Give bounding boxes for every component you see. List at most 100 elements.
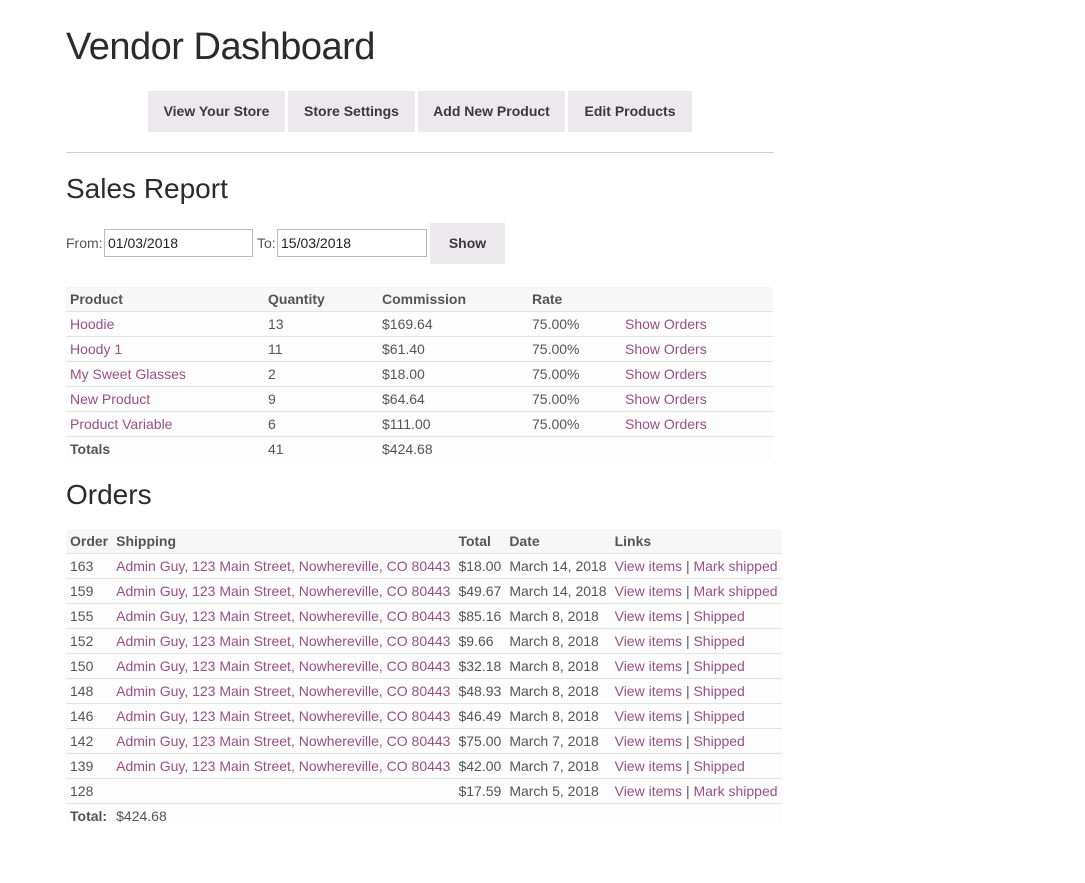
sales-table: Product Quantity Commission Rate Hoodie … bbox=[66, 287, 773, 461]
product-link[interactable]: Hoody 1 bbox=[70, 341, 122, 357]
table-row: My Sweet Glasses 2 $18.00 75.00% Show Or… bbox=[66, 361, 773, 387]
table-row: 148 Admin Guy, 123 Main Street, Nowherev… bbox=[66, 678, 782, 704]
column-header: Links bbox=[610, 529, 782, 554]
order-total: $49.67 bbox=[454, 578, 506, 604]
to-date-input[interactable] bbox=[277, 229, 427, 257]
shipping-address-link[interactable]: Admin Guy, 123 Main Street, Nowhereville… bbox=[116, 658, 450, 674]
table-row: 150 Admin Guy, 123 Main Street, Nowherev… bbox=[66, 653, 782, 679]
order-date: March 7, 2018 bbox=[505, 753, 611, 779]
shipping-status-link[interactable]: Shipped bbox=[693, 708, 744, 724]
show-orders-link[interactable]: Show Orders bbox=[625, 416, 707, 432]
shipping-address-link[interactable]: Admin Guy, 123 Main Street, Nowhereville… bbox=[116, 708, 450, 724]
totals-quantity: 41 bbox=[264, 436, 378, 461]
order-number: 155 bbox=[66, 603, 113, 629]
link-separator: | bbox=[685, 633, 690, 649]
shipping-status-link[interactable]: Shipped bbox=[693, 658, 744, 674]
link-separator: | bbox=[685, 783, 690, 799]
order-number: 150 bbox=[66, 653, 113, 679]
show-orders-link[interactable]: Show Orders bbox=[625, 366, 707, 382]
link-separator: | bbox=[685, 733, 690, 749]
view-items-link[interactable]: View items bbox=[615, 558, 682, 574]
order-date: March 5, 2018 bbox=[505, 778, 611, 804]
shipping-status-link[interactable]: Mark shipped bbox=[693, 583, 777, 599]
shipping-status-link[interactable]: Shipped bbox=[693, 633, 744, 649]
view-items-link[interactable]: View items bbox=[615, 683, 682, 699]
view-items-link[interactable]: View items bbox=[615, 733, 682, 749]
view-items-link[interactable]: View items bbox=[615, 658, 682, 674]
table-row: Hoody 1 11 $61.40 75.00% Show Orders bbox=[66, 336, 773, 362]
product-link[interactable]: My Sweet Glasses bbox=[70, 366, 186, 382]
shipping-address-link[interactable]: Admin Guy, 123 Main Street, Nowhereville… bbox=[116, 558, 450, 574]
orders-table: Order Shipping Total Date Links 163 Admi… bbox=[66, 529, 782, 828]
order-number: 139 bbox=[66, 753, 113, 779]
order-total: $46.49 bbox=[454, 703, 506, 729]
store-settings-button[interactable]: Store Settings bbox=[288, 91, 415, 132]
shipping-status-link[interactable]: Shipped bbox=[693, 758, 744, 774]
to-label: To: bbox=[257, 235, 276, 251]
totals-row: Totals 41 $424.68 bbox=[66, 436, 773, 461]
order-number: 146 bbox=[66, 703, 113, 729]
add-new-product-button[interactable]: Add New Product bbox=[418, 91, 565, 132]
shipping-address-link[interactable]: Admin Guy, 123 Main Street, Nowhereville… bbox=[116, 583, 450, 599]
shipping-address-link[interactable]: Admin Guy, 123 Main Street, Nowhereville… bbox=[116, 608, 450, 624]
table-row: 163 Admin Guy, 123 Main Street, Nowherev… bbox=[66, 553, 782, 579]
show-button[interactable]: Show bbox=[430, 223, 505, 264]
sales-report-heading: Sales Report bbox=[66, 173, 228, 204]
order-date: March 8, 2018 bbox=[505, 628, 611, 654]
column-header: Order bbox=[66, 529, 113, 554]
table-row: 142 Admin Guy, 123 Main Street, Nowherev… bbox=[66, 728, 782, 754]
table-row: Hoodie 13 $169.64 75.00% Show Orders bbox=[66, 311, 773, 337]
view-store-button[interactable]: View Your Store bbox=[148, 91, 285, 132]
shipping-status-link[interactable]: Shipped bbox=[693, 733, 744, 749]
table-header-row: Order Shipping Total Date Links bbox=[66, 529, 782, 554]
order-number: 148 bbox=[66, 678, 113, 704]
product-link[interactable]: Hoodie bbox=[70, 316, 114, 332]
shipping-address-link[interactable]: Admin Guy, 123 Main Street, Nowhereville… bbox=[116, 733, 450, 749]
edit-products-button[interactable]: Edit Products bbox=[568, 91, 692, 132]
table-row: 159 Admin Guy, 123 Main Street, Nowherev… bbox=[66, 578, 782, 604]
column-header: Total bbox=[454, 529, 506, 554]
order-total: $32.18 bbox=[454, 653, 506, 679]
column-header: Quantity bbox=[264, 287, 378, 312]
view-items-link[interactable]: View items bbox=[615, 708, 682, 724]
shipping-status-link[interactable]: Shipped bbox=[693, 683, 744, 699]
from-label: From: bbox=[66, 235, 103, 251]
view-items-link[interactable]: View items bbox=[615, 758, 682, 774]
view-items-link[interactable]: View items bbox=[615, 583, 682, 599]
order-number: 159 bbox=[66, 578, 113, 604]
table-row: New Product 9 $64.64 75.00% Show Orders bbox=[66, 386, 773, 412]
order-total: $17.59 bbox=[454, 778, 506, 804]
quantity-cell: 9 bbox=[264, 386, 378, 412]
quantity-cell: 6 bbox=[264, 411, 378, 437]
link-separator: | bbox=[685, 558, 690, 574]
order-date: March 7, 2018 bbox=[505, 728, 611, 754]
rate-cell: 75.00% bbox=[528, 411, 621, 437]
from-date-input[interactable] bbox=[104, 229, 253, 257]
product-link[interactable]: New Product bbox=[70, 391, 150, 407]
view-items-link[interactable]: View items bbox=[615, 608, 682, 624]
order-date: March 8, 2018 bbox=[505, 703, 611, 729]
product-link[interactable]: Product Variable bbox=[70, 416, 172, 432]
shipping-address-link[interactable]: Admin Guy, 123 Main Street, Nowhereville… bbox=[116, 758, 450, 774]
show-orders-link[interactable]: Show Orders bbox=[625, 391, 707, 407]
quantity-cell: 11 bbox=[264, 336, 378, 362]
shipping-status-link[interactable]: Mark shipped bbox=[693, 558, 777, 574]
shipping-address-link[interactable]: Admin Guy, 123 Main Street, Nowhereville… bbox=[116, 683, 450, 699]
view-items-link[interactable]: View items bbox=[615, 633, 682, 649]
order-total: $48.93 bbox=[454, 678, 506, 704]
table-row: 128 $17.59 March 5, 2018 View items | Ma… bbox=[66, 778, 782, 804]
column-header: Product bbox=[66, 287, 264, 312]
link-separator: | bbox=[685, 758, 690, 774]
order-number: 128 bbox=[66, 778, 113, 804]
rate-cell: 75.00% bbox=[528, 336, 621, 362]
table-row: 146 Admin Guy, 123 Main Street, Nowherev… bbox=[66, 703, 782, 729]
shipping-status-link[interactable]: Mark shipped bbox=[693, 783, 777, 799]
shipping-status-link[interactable]: Shipped bbox=[693, 608, 744, 624]
show-orders-link[interactable]: Show Orders bbox=[625, 316, 707, 332]
show-orders-link[interactable]: Show Orders bbox=[625, 341, 707, 357]
commission-cell: $169.64 bbox=[378, 311, 528, 337]
link-separator: | bbox=[685, 708, 690, 724]
shipping-address-link[interactable]: Admin Guy, 123 Main Street, Nowhereville… bbox=[116, 633, 450, 649]
column-header: Commission bbox=[378, 287, 528, 312]
view-items-link[interactable]: View items bbox=[615, 783, 682, 799]
